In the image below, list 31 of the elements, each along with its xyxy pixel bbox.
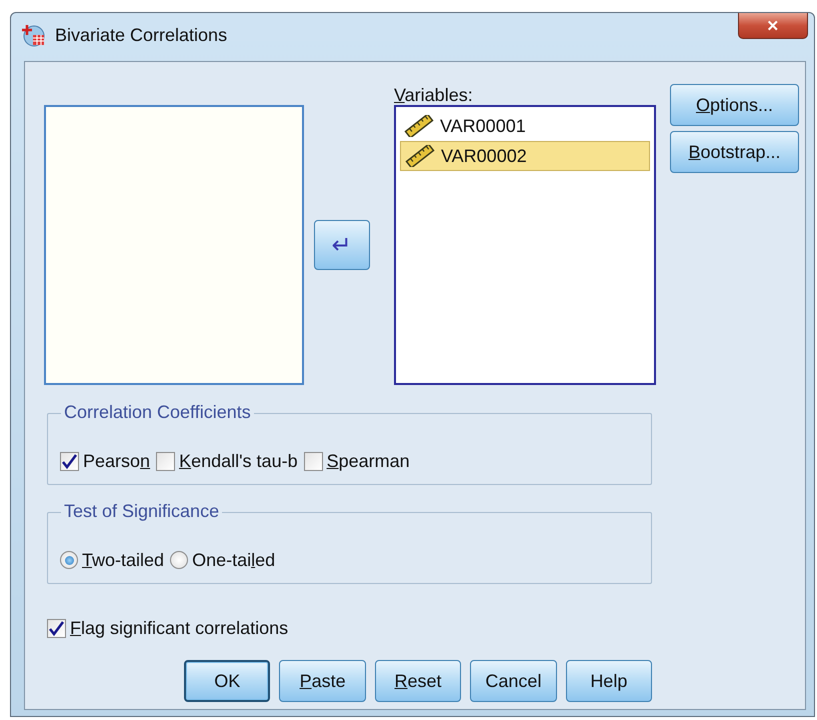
- option-label: Two-tailed: [82, 549, 164, 571]
- variable-name: VAR00002: [441, 146, 527, 166]
- checkbox[interactable]: [156, 452, 176, 470]
- dialog-button[interactable]: OK: [184, 660, 270, 702]
- option-label: Spearman: [326, 450, 410, 472]
- dialog-button[interactable]: Help: [566, 660, 652, 702]
- dialog-button[interactable]: Paste: [279, 660, 366, 702]
- checkbox[interactable]: [60, 452, 79, 470]
- radio-button[interactable]: [170, 551, 188, 569]
- option-label: Kendall's tau-b: [179, 450, 298, 472]
- option-label: Flag significant correlations: [70, 618, 288, 639]
- dialog-button[interactable]: Cancel: [470, 660, 557, 702]
- variable-item[interactable]: VAR00001: [400, 111, 650, 141]
- dialog-button[interactable]: Options...: [670, 84, 799, 126]
- variables-list[interactable]: VAR00001 VAR00002: [394, 105, 656, 385]
- variable-item[interactable]: VAR00002: [400, 141, 650, 171]
- app-icon: [21, 23, 47, 47]
- variables-label: Variables:: [394, 85, 474, 105]
- dialog-button[interactable]: Reset: [374, 660, 462, 702]
- checkbox[interactable]: [47, 619, 66, 638]
- move-button[interactable]: ↵: [314, 220, 370, 270]
- checkbox[interactable]: [304, 452, 323, 470]
- option-label: Pearson: [83, 450, 150, 472]
- option-label: One-tailed: [192, 549, 276, 571]
- group-title: Test of Significance: [61, 501, 222, 521]
- window-title: Bivariate Correlations: [55, 24, 228, 46]
- radio-button[interactable]: [60, 551, 78, 569]
- source-variable-list[interactable]: [44, 105, 304, 385]
- dialog-button[interactable]: Bootstrap...: [670, 131, 799, 173]
- close-button[interactable]: ✕: [738, 13, 808, 39]
- variable-name: VAR00001: [440, 116, 526, 136]
